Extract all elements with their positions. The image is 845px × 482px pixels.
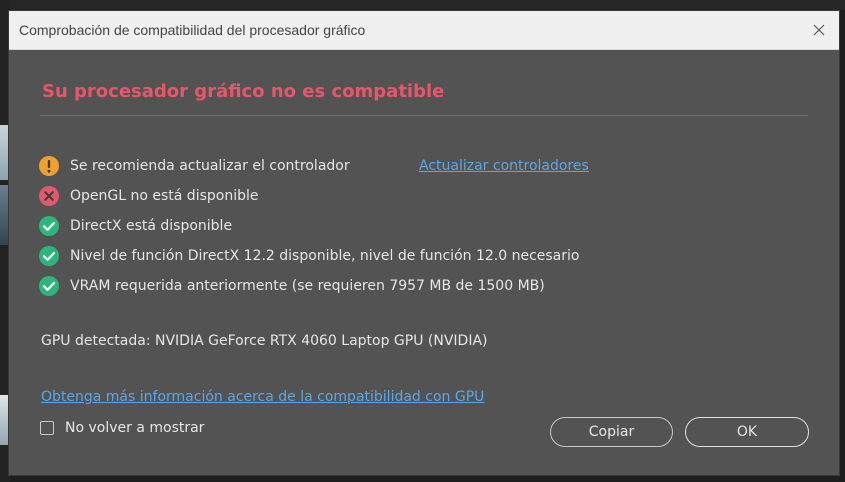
- background-app-topbar: [0, 0, 845, 10]
- check-item-label: DirectX está disponible: [70, 218, 233, 234]
- background-thumbnail: [0, 185, 9, 245]
- check-item-label: VRAM requerida anteriormente (se requier…: [70, 278, 545, 294]
- ok-button[interactable]: OK: [685, 417, 809, 447]
- dont-show-again-checkbox[interactable]: [40, 421, 54, 435]
- gpu-compatibility-info-link[interactable]: Obtenga más información acerca de la com…: [41, 389, 484, 405]
- close-icon: [813, 24, 825, 36]
- check-icon: [39, 216, 59, 236]
- check-item-label: Nivel de función DirectX 12.2 disponible…: [70, 248, 580, 264]
- dont-show-again-label[interactable]: No volver a mostrar: [65, 420, 204, 436]
- check-icon: [39, 246, 59, 266]
- check-icon: [39, 276, 59, 296]
- background-thumbnail: [0, 125, 9, 180]
- check-item-driver: Se recomienda actualizar el controlador: [38, 154, 350, 178]
- check-item-directx: DirectX está disponible: [38, 214, 232, 238]
- close-button[interactable]: [799, 11, 839, 49]
- check-item-vram: VRAM requerida anteriormente (se requier…: [38, 274, 545, 298]
- dont-show-again-row[interactable]: No volver a mostrar: [40, 420, 204, 436]
- divider: [40, 115, 808, 116]
- warning-icon: [39, 156, 59, 176]
- copy-button[interactable]: Copiar: [550, 417, 673, 447]
- background-thumbnail: [0, 395, 9, 445]
- dialog-titlebar: Comprobación de compatibilidad del proce…: [9, 11, 839, 50]
- check-item-opengl: OpenGL no está disponible: [38, 184, 258, 208]
- page-title: Su procesador gráfico no es compatible: [42, 81, 445, 102]
- dialog-title: Comprobación de compatibilidad del proce…: [19, 22, 366, 38]
- update-drivers-link[interactable]: Actualizar controladores: [419, 158, 589, 174]
- gpu-detected-text: GPU detectada: NVIDIA GeForce RTX 4060 L…: [41, 333, 488, 349]
- gpu-compatibility-dialog: Comprobación de compatibilidad del proce…: [9, 11, 839, 475]
- check-item-label: OpenGL no está disponible: [70, 188, 259, 204]
- error-icon: [39, 186, 59, 206]
- check-item-feature-level: Nivel de función DirectX 12.2 disponible…: [38, 244, 579, 268]
- check-item-label: Se recomienda actualizar el controlador: [70, 158, 350, 174]
